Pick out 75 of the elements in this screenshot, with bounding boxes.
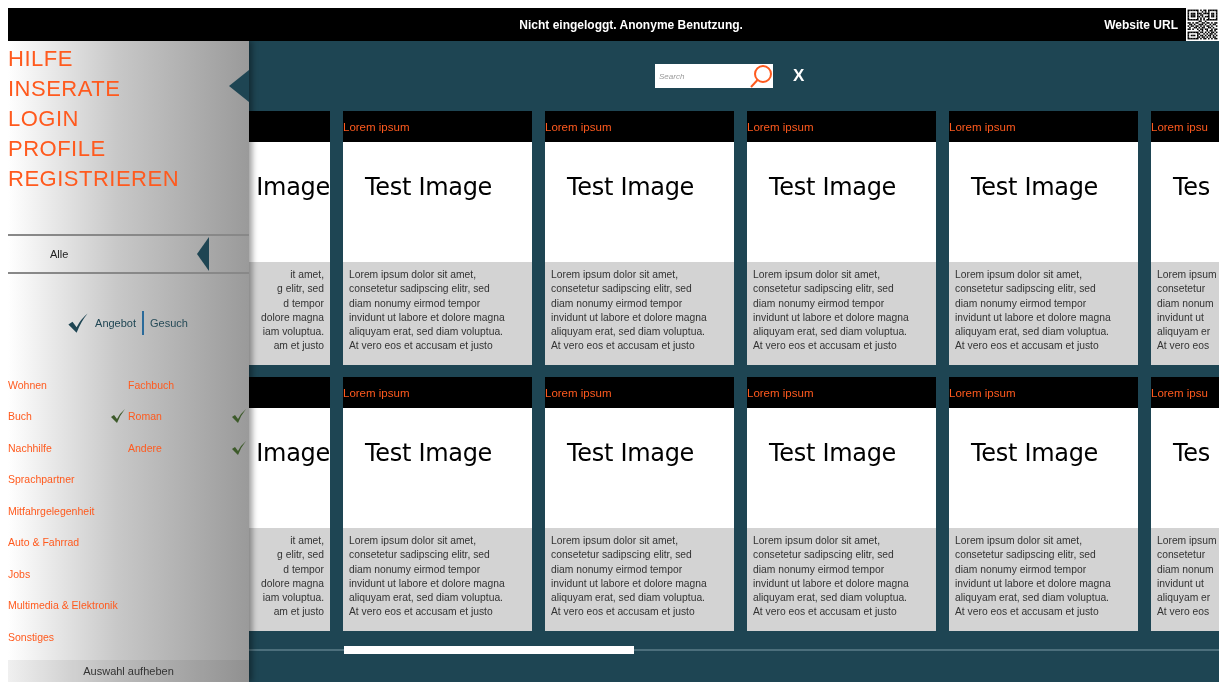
menu-link[interactable]: REGISTRIEREN <box>8 164 180 194</box>
menu-link[interactable]: HILFE <box>8 44 73 74</box>
category-item[interactable]: Wohnen <box>8 378 47 391</box>
subcategory-item[interactable]: Roman <box>128 410 162 423</box>
menu-link[interactable]: INSERATE <box>8 74 121 104</box>
card-title: Lorem ipsum <box>949 120 1016 133</box>
filter-dropdown[interactable]: Alle <box>8 234 249 274</box>
login-status: Nicht eingeloggt. Anonyme Benutzung. <box>518 17 744 32</box>
category-item[interactable]: Sprachpartner <box>8 473 75 486</box>
card-title: Lorem ipsum <box>545 386 612 399</box>
image-placeholder-text: Test Image <box>365 439 493 467</box>
category-item[interactable]: Auto & Fahrrad <box>8 536 80 549</box>
dropdown-arrow-icon[interactable] <box>197 237 209 271</box>
card-description: Lorem ipsum dolor sit amet, consetetur sadipscing elitr, sed diam nonumy eirmod tempor invidunt ut labore et dolore magna aliquyam erat, sed diam voluptua. At vero eos et accusam et justo <box>349 268 505 354</box>
offer-type-option[interactable]: Gesuch <box>148 317 190 329</box>
listing-card[interactable]: Image it amet, g elitr, sed d tempor dolore magna iam voluptua. am et justo <box>249 377 330 631</box>
image-placeholder-text: Test Image <box>769 173 897 201</box>
filter-value: Alle <box>50 248 69 260</box>
listing-card[interactable] <box>545 377 734 631</box>
card-title: Lorem ipsum <box>949 386 1016 399</box>
image-placeholder-text: Test Image <box>971 439 1099 467</box>
image-placeholder-text: Tes <box>1173 439 1210 467</box>
listing-card[interactable] <box>747 377 936 631</box>
listing-card[interactable] <box>949 111 1138 365</box>
image-placeholder-text: Test Image <box>769 439 897 467</box>
clear-selection-button[interactable]: Auswahl aufheben <box>8 660 249 682</box>
search-icon[interactable] <box>749 64 773 88</box>
card-description: Lorem ipsum dolor sit amet, consetetur sadipscing elitr, sed diam nonumy eirmod tempor invidunt ut labore et dolore magna aliquyam erat, sed diam voluptua. At vero eos et accusam et justo <box>955 534 1111 620</box>
category-item[interactable]: Nachhilfe <box>8 441 52 454</box>
card-title: Lorem ipsum <box>747 386 814 399</box>
image-placeholder-text: Test Image <box>567 173 695 201</box>
close-button[interactable]: X <box>791 66 807 86</box>
listing-card[interactable] <box>545 111 734 365</box>
card-description: it amet, g elitr, sed d tempor dolore magna iam voluptua. am et justo <box>261 534 324 620</box>
listing-card[interactable]: Image it amet, g elitr, sed d tempor dolore magna iam voluptua. am et justo <box>249 111 330 365</box>
card-description: Lorem ipsum dolor sit amet, consetetur sadipscing elitr, sed diam nonumy eirmod tempor invidunt ut labore et dolore magna aliquyam erat, sed diam voluptua. At vero eos et accusam et justo <box>551 534 707 620</box>
offer-type-option[interactable]: Angebot <box>93 317 139 329</box>
website-label: Website URL <box>1104 17 1178 32</box>
card-description: Lorem ipsum consetetur diam nonum invidunt ut aliquyam er At vero eos <box>1157 268 1217 354</box>
menu-link[interactable]: LOGIN <box>8 104 79 134</box>
listing-card[interactable]: Lorem ipsu Tes Lorem ipsum consetetur diam nonum invidunt ut aliquyam er At vero eos <box>1151 111 1219 365</box>
card-title: Lorem ipsu <box>1151 120 1208 133</box>
horizontal-scrollbar[interactable] <box>249 645 1219 655</box>
card-description: Lorem ipsum consetetur diam nonum invidunt ut aliquyam er At vero eos <box>1157 534 1217 620</box>
card-title: Lorem ipsum <box>343 120 410 133</box>
image-placeholder-text: Tes <box>1173 173 1210 201</box>
card-description: Lorem ipsum dolor sit amet, consetetur sadipscing elitr, sed diam nonumy eirmod tempor invidunt ut labore et dolore magna aliquyam erat, sed diam voluptua. At vero eos et accusam et justo <box>955 268 1111 354</box>
category-item[interactable]: Sonstiges <box>8 630 55 643</box>
listing-card[interactable] <box>343 377 532 631</box>
card-description: Lorem ipsum dolor sit amet, consetetur sadipscing elitr, sed diam nonumy eirmod tempor invidunt ut labore et dolore magna aliquyam erat, sed diam voluptua. At vero eos et accusam et justo <box>349 534 505 620</box>
card-title: Lorem ipsum <box>545 120 612 133</box>
card-title: Lorem ipsu <box>1151 386 1208 399</box>
card-description: Lorem ipsum dolor sit amet, consetetur sadipscing elitr, sed diam nonumy eirmod tempor invidunt ut labore et dolore magna aliquyam erat, sed diam voluptua. At vero eos et accusam et justo <box>753 268 909 354</box>
image-placeholder-text: Image <box>256 439 330 467</box>
image-placeholder-text: Image <box>256 173 330 201</box>
menu-link[interactable]: PROFILE <box>8 134 106 164</box>
category-item[interactable]: Jobs <box>8 567 31 580</box>
card-description: it amet, g elitr, sed d tempor dolore magna iam voluptua. am et justo <box>261 268 324 354</box>
category-item[interactable]: Mitfahrgelegenheit <box>8 504 95 517</box>
subcategory-item[interactable]: Andere <box>128 441 162 454</box>
listing-card[interactable] <box>747 111 936 365</box>
card-title: Lorem ipsum <box>747 120 814 133</box>
listing-card[interactable]: Lorem ipsu Tes Lorem ipsum consetetur diam nonum invidunt ut aliquyam er At vero eos <box>1151 377 1219 631</box>
listing-card[interactable] <box>343 111 532 365</box>
category-item[interactable]: Buch <box>8 410 32 423</box>
category-item[interactable]: Multimedia & Elektronik <box>8 599 118 612</box>
listing-card[interactable] <box>949 377 1138 631</box>
subcategory-item[interactable]: Fachbuch <box>128 378 175 391</box>
image-placeholder-text: Test Image <box>971 173 1099 201</box>
card-title: Lorem ipsum <box>343 386 410 399</box>
card-description: Lorem ipsum dolor sit amet, consetetur sadipscing elitr, sed diam nonumy eirmod tempor invidunt ut labore et dolore magna aliquyam erat, sed diam voluptua. At vero eos et accusam et justo <box>753 534 909 620</box>
search-field[interactable]: Search <box>655 64 749 88</box>
card-description: Lorem ipsum dolor sit amet, consetetur sadipscing elitr, sed diam nonumy eirmod tempor invidunt ut labore et dolore magna aliquyam erat, sed diam voluptua. At vero eos et accusam et justo <box>551 268 707 354</box>
image-placeholder-text: Test Image <box>365 173 493 201</box>
image-placeholder-text: Test Image <box>567 439 695 467</box>
